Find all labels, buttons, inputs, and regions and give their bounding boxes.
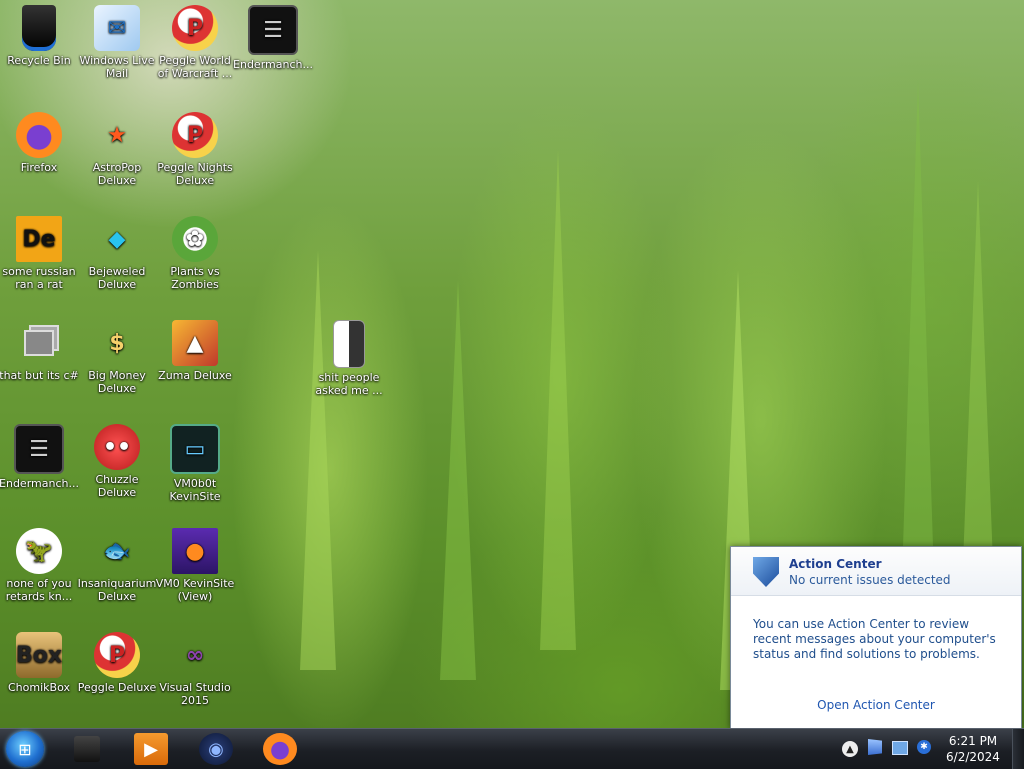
visual-studio-icon: ∞ (185, 642, 205, 668)
de-icon: De (16, 216, 62, 262)
shield-icon (753, 557, 779, 587)
taskbar-app-button[interactable]: ◉ (199, 733, 233, 765)
desktop-icon-astropop[interactable]: ★ AstroPop Deluxe (77, 112, 157, 187)
grass-blade-decoration (300, 250, 336, 670)
desktop-icon-peggle-deluxe[interactable]: P Peggle Deluxe (77, 632, 157, 694)
firefox-icon (16, 112, 62, 158)
desktop-icon-windows-live-mail[interactable]: ✉ Windows Live Mail (77, 5, 157, 80)
fish-icon: 🐟 (103, 538, 131, 564)
open-action-center-link[interactable]: Open Action Center (731, 698, 1021, 712)
desktop-icon-peggle-nights[interactable]: P Peggle Nights Deluxe (155, 112, 235, 187)
taskbar-clock[interactable]: 6:21 PM 6/2/2024 (940, 733, 1006, 765)
desktop-icon-peggle-wow[interactable]: P Peggle World of Warcraft ... (155, 5, 235, 80)
action-center-message: You can use Action Center to review rece… (753, 617, 996, 661)
action-center-title: Action Center (789, 557, 882, 571)
desktop-icon-visual-studio[interactable]: ∞ Visual Studio 2015 (155, 632, 235, 707)
dino-icon: 🦖 (16, 528, 62, 574)
desktop-icon-zuma[interactable]: ▲ Zuma Deluxe (155, 320, 235, 382)
peggle-icon: P (94, 632, 140, 678)
taskbar-media-player-button[interactable]: ▶ (134, 733, 168, 765)
folder-icon (333, 320, 365, 368)
terminal-icon: ☰ (14, 424, 64, 474)
bluetooth-icon[interactable]: ✱ (917, 740, 931, 754)
desktop-icon-endermanch-1[interactable]: ☰ Endermanch... (233, 5, 313, 71)
firefox-doc-icon: ● (172, 528, 218, 574)
taskbar-firefox-button[interactable] (263, 733, 297, 765)
money-bag-icon: $ (109, 330, 125, 356)
desktop-icon-plants-vs-zombies[interactable]: ✿ Plants vs Zombies (155, 216, 235, 291)
desktop-icon-vm0-kevinsite-view[interactable]: ● VM0 KevinSite (View) (155, 528, 235, 603)
grass-blade-decoration (540, 150, 576, 650)
chevron-up-icon: ▲ (846, 743, 854, 755)
desktop-icon-none-of-you[interactable]: 🦖 none of you retards kn... (0, 528, 79, 603)
recycle-bin-icon (22, 5, 56, 51)
terminal-icon: ☰ (248, 5, 298, 55)
show-hidden-icons-button[interactable]: ▲ (842, 741, 858, 757)
peggle-icon: P (172, 5, 218, 51)
peggle-icon: P (172, 112, 218, 158)
app-icon: ◉ (208, 738, 224, 760)
action-center-status: No current issues detected (789, 573, 951, 587)
desktop-icon-big-money[interactable]: $ Big Money Deluxe (77, 320, 157, 395)
clock-date: 6/2/2024 (946, 750, 1000, 764)
desktop-icon-endermanch-2[interactable]: ☰ Endermanch... (0, 424, 79, 490)
clock-time: 6:21 PM (948, 734, 998, 748)
desktop-icon-firefox[interactable]: Firefox (0, 112, 79, 174)
desktop-icon-some-russian[interactable]: De some russian ran a rat (0, 216, 79, 291)
taskbar: ⊞ ▶ ◉ ▲ ✱ 6:21 PM 6/2/2024 (0, 728, 1024, 769)
windows-logo-icon: ⊞ (18, 739, 32, 759)
action-center-flag-icon[interactable] (868, 739, 882, 755)
desktop-icon-recycle-bin[interactable]: Recycle Bin (0, 5, 79, 67)
action-center-popup: Action Center No current issues detected… (730, 546, 1022, 728)
taskbar-explorer-button[interactable] (74, 736, 100, 762)
network-icon[interactable] (892, 741, 908, 755)
chuzzle-icon: •• (94, 424, 140, 470)
zuma-icon: ▲ (172, 320, 218, 366)
gem-icon: ◆ (108, 226, 126, 252)
media-player-icon: ▶ (144, 738, 158, 760)
desktop-icon-chomikbox[interactable]: Box ChomikBox (0, 632, 79, 694)
astropop-icon: ★ (107, 122, 127, 148)
mail-icon: ✉ (94, 5, 140, 51)
copy-icon (16, 320, 62, 366)
plants-icon: ✿ (172, 216, 218, 262)
monitor-icon: ▭ (170, 424, 220, 474)
desktop-icon-insaniquarium[interactable]: 🐟 Insaniquarium Deluxe (77, 528, 157, 603)
grass-blade-decoration (440, 280, 476, 680)
desktop-icon-bejeweled[interactable]: ◆ Bejeweled Deluxe (77, 216, 157, 291)
desktop-icon-that-but-its-csharp[interactable]: that but its c# (0, 320, 79, 382)
start-button[interactable]: ⊞ (6, 731, 44, 767)
show-desktop-button[interactable] (1012, 729, 1024, 769)
desktop-icon-chuzzle[interactable]: •• Chuzzle Deluxe (77, 424, 157, 499)
desktop: Recycle Bin Firefox De some russian ran … (0, 0, 1024, 728)
desktop-icon-folder[interactable]: shit people asked me ... (309, 320, 389, 397)
chomikbox-icon: Box (16, 632, 62, 678)
action-center-header: Action Center No current issues detected (731, 547, 1021, 596)
desktop-icon-vm0b0t[interactable]: ▭ VM0b0t KevinSite (155, 424, 235, 503)
